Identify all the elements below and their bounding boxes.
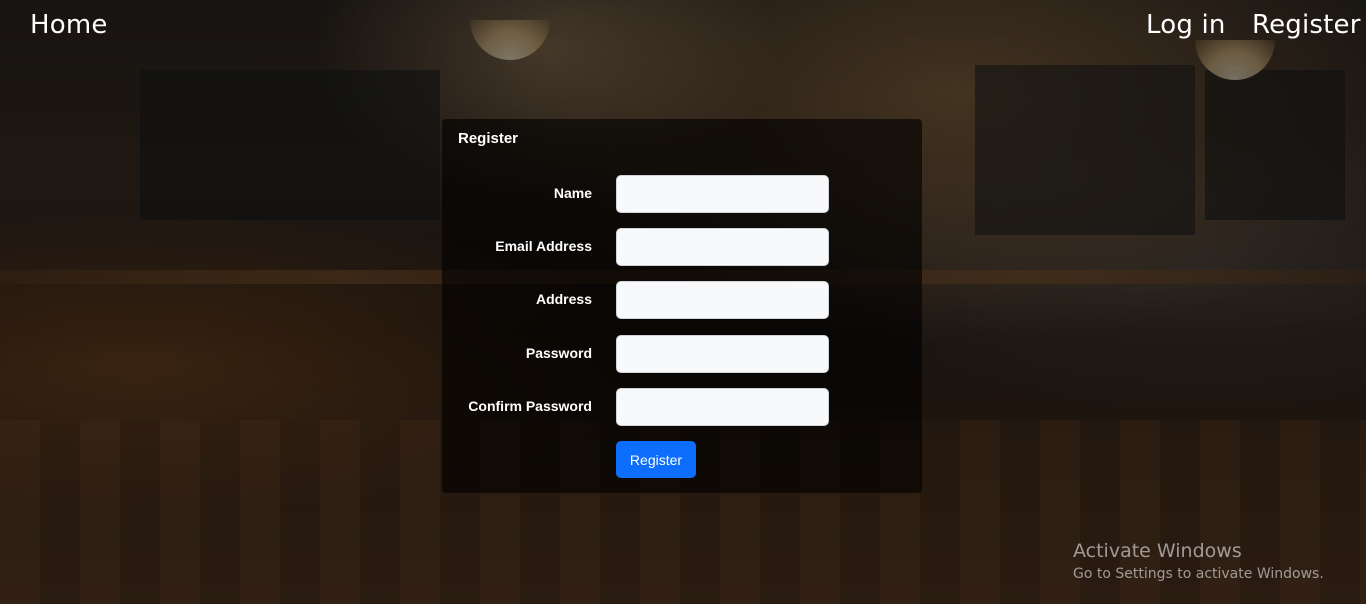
email-row: Email Address <box>442 228 922 266</box>
watermark-subtitle: Go to Settings to activate Windows. <box>1073 566 1324 582</box>
name-input[interactable] <box>616 175 829 213</box>
confirm-password-row: Confirm Password <box>442 388 922 426</box>
confirm-password-input[interactable] <box>616 388 829 426</box>
password-label: Password <box>525 345 592 361</box>
password-row: Password <box>442 335 922 373</box>
email-input[interactable] <box>616 228 829 266</box>
password-input[interactable] <box>616 335 829 373</box>
name-label: Name <box>553 185 592 201</box>
register-submit-button[interactable]: Register <box>616 441 696 478</box>
windows-activation-watermark: Activate Windows Go to Settings to activ… <box>1073 540 1324 582</box>
name-row: Name <box>442 175 922 213</box>
nav-login-link[interactable]: Log in <box>1146 10 1226 40</box>
nav-home-link[interactable]: Home <box>30 10 108 40</box>
register-panel: Register Name Email Address Address Pass… <box>442 119 922 493</box>
panel-title: Register <box>458 130 519 147</box>
confirm-password-label: Confirm Password <box>468 398 592 414</box>
nav-register-link[interactable]: Register <box>1252 10 1361 40</box>
address-label: Address <box>535 291 592 307</box>
address-input[interactable] <box>616 281 829 319</box>
watermark-title: Activate Windows <box>1073 540 1242 562</box>
address-row: Address <box>442 281 922 319</box>
email-label: Email Address <box>495 238 592 254</box>
